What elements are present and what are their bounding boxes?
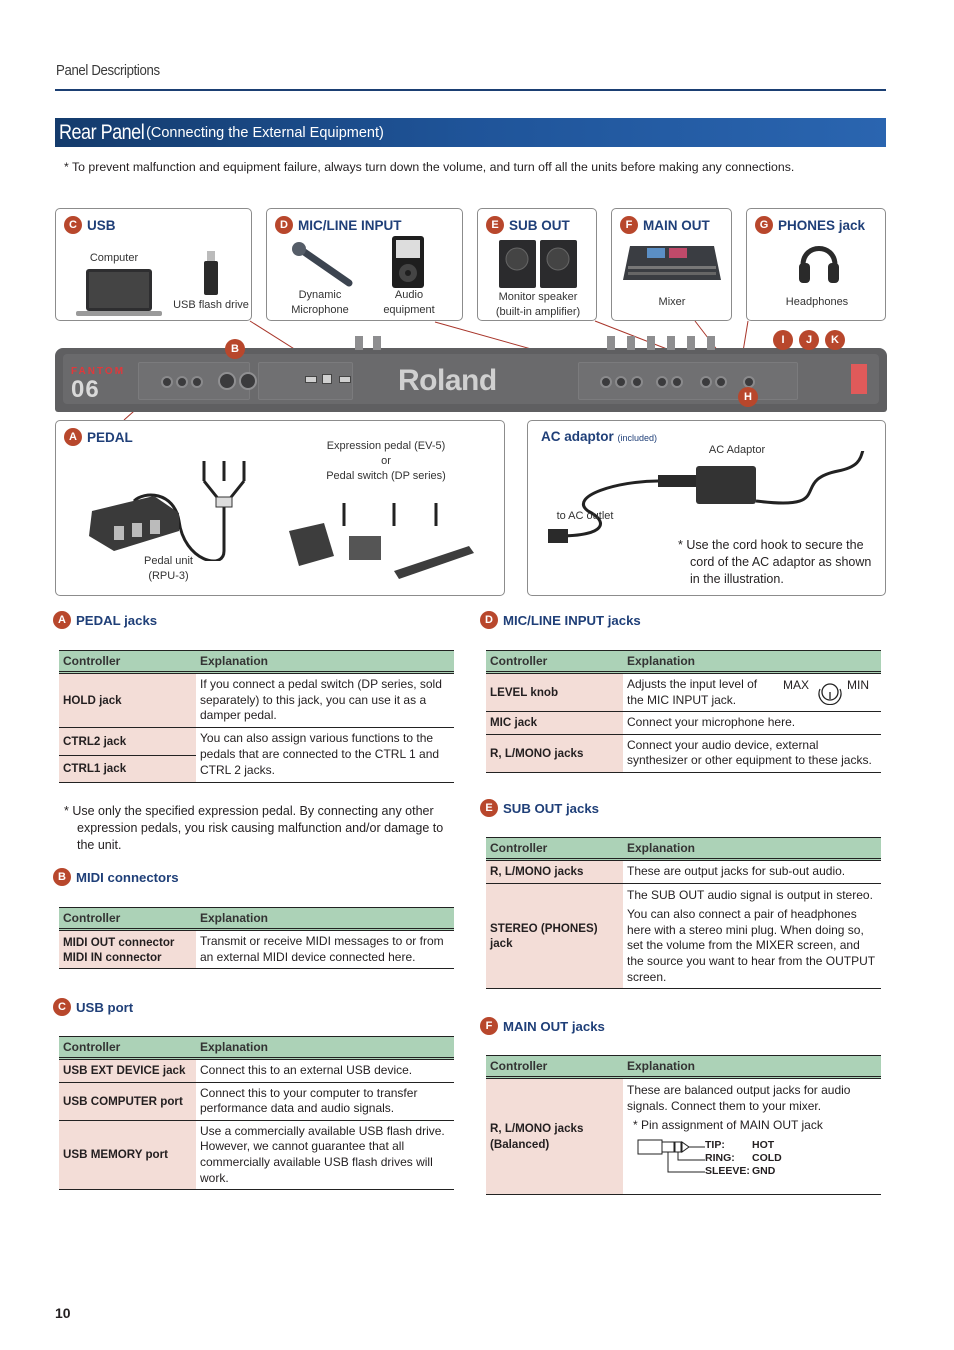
mic-jack bbox=[600, 376, 612, 388]
main-out-jacks-table: Controller Explanation R, L/MONO jacks (B… bbox=[486, 1055, 881, 1195]
table-row: LEVEL knob Adjusts the input level of th… bbox=[486, 672, 881, 713]
callout-h: H bbox=[738, 387, 758, 407]
table-row: R, L/MONO jacks These are output jacks fo… bbox=[486, 859, 881, 884]
midi-connectors-table: Controller Explanation MIDI OUT connector… bbox=[59, 907, 454, 970]
ac-outlet-label: to AC outlet bbox=[556, 510, 614, 522]
cord-hook-note: * Use the cord hook to secure the cord o… bbox=[678, 538, 872, 586]
table-row: MIDI OUT connector MIDI IN connector Tran… bbox=[59, 929, 454, 970]
table-row: CTRL2 jack You can also assign various fu… bbox=[59, 727, 454, 783]
table-row: USB COMPUTER port Connect this to your co… bbox=[59, 1082, 454, 1121]
usb-ext-device-jack bbox=[305, 376, 317, 383]
pin-ring: RING: COLD bbox=[705, 1151, 782, 1164]
input-l-jack bbox=[631, 376, 643, 388]
callout-k: K bbox=[825, 330, 845, 350]
expression-pedal-label: Expression pedal (EV-5) or Pedal switch … bbox=[326, 440, 446, 482]
callout-i: I bbox=[773, 330, 793, 350]
ac-adaptor-box: AC adaptor (included) AC Adaptor to AC o… bbox=[527, 420, 886, 596]
callout-b: B bbox=[225, 339, 245, 359]
usb-port-table: Controller Explanation USB EXT DEVICE jac… bbox=[59, 1036, 454, 1191]
pedal-jacks-table: Controller Explanation HOLD jack If you co… bbox=[59, 650, 454, 783]
pedal-box-title: PEDAL bbox=[87, 429, 133, 445]
hold-jack bbox=[161, 376, 173, 388]
midi-connectors-heading: B MIDI connectors bbox=[53, 868, 179, 886]
main-out-l-jack bbox=[715, 376, 727, 388]
callout-j: J bbox=[799, 330, 819, 350]
pin-assignment-note: * Pin assignment of MAIN OUT jack bbox=[633, 1118, 823, 1133]
usb-port-heading: C USB port bbox=[53, 998, 133, 1016]
ac-adaptor-included: (included) bbox=[617, 433, 658, 443]
trs-plug-icon bbox=[637, 1139, 705, 1173]
page-number: 10 bbox=[55, 1305, 71, 1321]
expression-pedal-icon bbox=[289, 503, 474, 579]
input-r-jack bbox=[615, 376, 627, 388]
pedal-unit-label: Pedal unit (RPU-3) bbox=[144, 555, 193, 582]
ctrl1-jack bbox=[191, 376, 203, 388]
table-row: STEREO (PHONES) jack The SUB OUT audio s… bbox=[486, 883, 881, 990]
table-row: R, L/MONO jacks Connect your audio device… bbox=[486, 734, 881, 773]
mic-line-input-table: Controller Explanation LEVEL knob Adjusts… bbox=[486, 650, 881, 773]
knob-max-label: MAX bbox=[783, 678, 810, 692]
knob-min-label: MIN bbox=[847, 678, 869, 692]
table-row: HOLD jack If you connect a pedal switch (… bbox=[59, 672, 454, 728]
sub-out-r-jack bbox=[656, 376, 668, 388]
pin-tip: TIP: HOT bbox=[705, 1138, 775, 1151]
usb-computer-port bbox=[322, 374, 332, 384]
badge-a: A bbox=[64, 428, 82, 446]
pin-sleeve: SLEEVE: GND bbox=[705, 1164, 776, 1177]
main-out-jacks-heading: F MAIN OUT jacks bbox=[480, 1017, 605, 1035]
midi-in-connector bbox=[239, 372, 257, 390]
table-row: MIC jack Connect your microphone here. bbox=[486, 711, 881, 735]
mic-line-input-heading: D MIC/LINE INPUT jacks bbox=[480, 611, 641, 629]
sub-out-jacks-table: Controller Explanation R, L/MONO jacks The… bbox=[486, 837, 881, 990]
table-row: R, L/MONO jacks (Balanced) These are bal… bbox=[486, 1077, 881, 1195]
model-number: 06 bbox=[71, 376, 100, 403]
level-knob-icon bbox=[818, 683, 842, 705]
table-row: USB MEMORY port Use a commercially availa… bbox=[59, 1120, 454, 1191]
main-out-r-jack bbox=[700, 376, 712, 388]
ac-adaptor-title: AC adaptor bbox=[541, 429, 614, 444]
pedal-unit-icon bbox=[89, 461, 246, 561]
midi-out-connector bbox=[218, 372, 236, 390]
ctrl2-jack bbox=[176, 376, 188, 388]
pedal-box: A PEDAL Pedal unit (RPU-3) Expression ped… bbox=[55, 420, 505, 596]
roland-logo: Roland bbox=[398, 364, 497, 397]
sub-out-l-jack bbox=[671, 376, 683, 388]
pedal-jacks-heading: A PEDAL jacks bbox=[53, 611, 157, 629]
sub-out-jacks-heading: E SUB OUT jacks bbox=[480, 799, 599, 817]
rear-panel-illustration: FANTOM 06 Roland bbox=[55, 336, 887, 412]
ac-adaptor-icon bbox=[548, 451, 865, 543]
expression-pedal-note: * Use only the specified expression peda… bbox=[64, 804, 444, 852]
table-row: USB EXT DEVICE jack Connect this to an ex… bbox=[59, 1058, 454, 1083]
usb-memory-port bbox=[339, 376, 351, 383]
